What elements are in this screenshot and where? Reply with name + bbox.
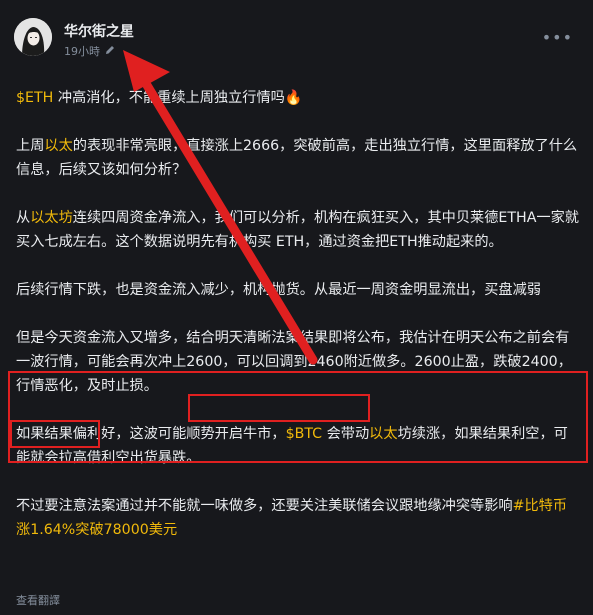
arrow-annotation — [123, 50, 318, 365]
